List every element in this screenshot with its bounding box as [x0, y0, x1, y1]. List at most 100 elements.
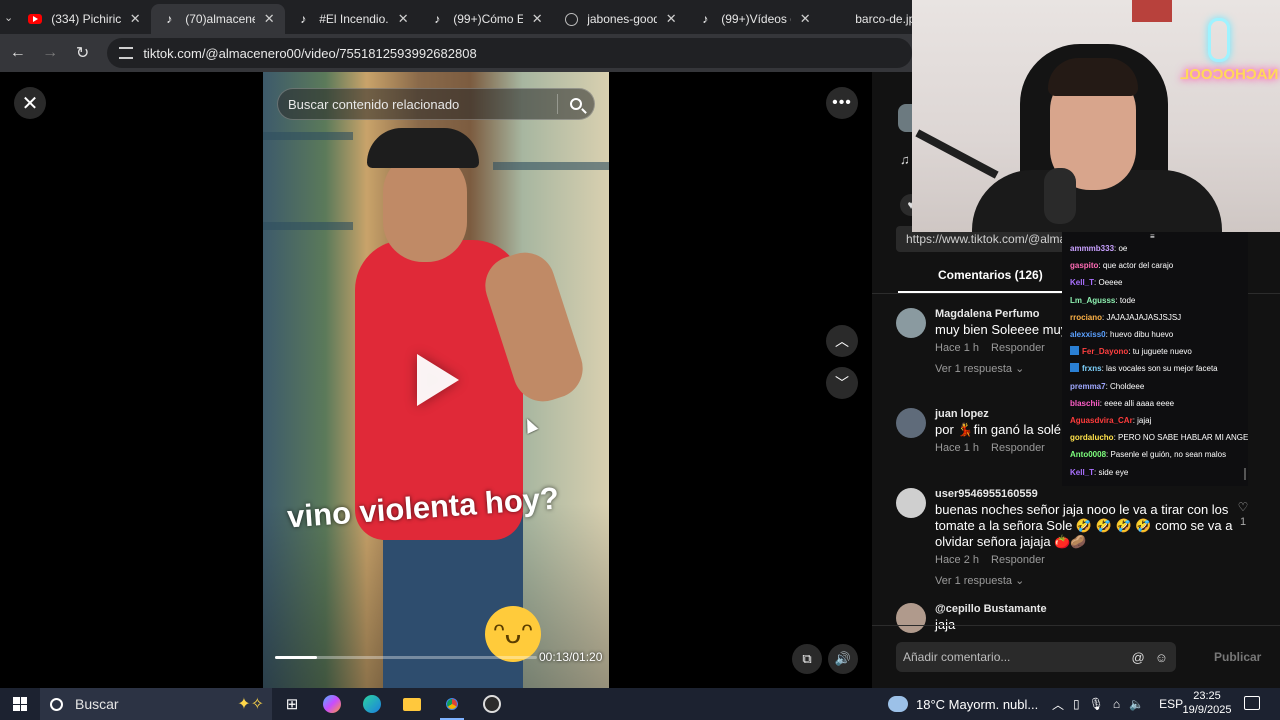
reload-icon[interactable]: ↻	[68, 38, 97, 68]
commenter-avatar[interactable]	[896, 488, 926, 518]
chat-username[interactable]: premma7	[1070, 382, 1106, 391]
volume-icon[interactable]: 🔊	[828, 644, 858, 674]
add-comment-input[interactable]: Añadir comentario... @ ☺	[896, 642, 1176, 672]
browser-tab-title: (70)almacenero	[185, 12, 255, 26]
weather-widget[interactable]: 18°C Mayorm. nubl...	[888, 688, 1038, 720]
microphone	[1044, 168, 1076, 224]
cloud-icon	[888, 696, 908, 712]
video-frame[interactable]: Buscar contenido relacionado vino violen…	[263, 72, 609, 688]
close-tab-icon[interactable]: ✕	[529, 11, 545, 27]
commenter-avatar[interactable]	[896, 308, 926, 338]
copilot-icon[interactable]	[312, 688, 352, 720]
chat-username[interactable]: alexxiss0	[1070, 330, 1106, 339]
more-options-icon[interactable]: •••	[826, 87, 858, 119]
close-tab-icon[interactable]: ✕	[663, 11, 679, 27]
url-field[interactable]: tiktok.com/@almacenero00/video/755181259…	[107, 38, 913, 68]
forward-icon[interactable]: →	[35, 38, 64, 68]
search-icon[interactable]	[558, 98, 594, 110]
browser-tab-title: (99+)Vídeos de	[721, 12, 791, 26]
chat-text: Choldeee	[1110, 381, 1145, 391]
comment-like-heart-icon[interactable]: ♡ 1	[1233, 500, 1253, 528]
mic-icon[interactable]: 🎙	[1089, 697, 1104, 711]
publish-button[interactable]: Publicar	[1214, 650, 1261, 664]
tab-search-chevron-icon[interactable]: ⌄	[4, 5, 13, 29]
chevron-up-icon[interactable]: ︿	[1052, 696, 1064, 713]
chat-username[interactable]: Kell_T	[1070, 468, 1094, 477]
close-icon[interactable]: ✕	[14, 87, 46, 119]
chat-username[interactable]: Kell_T	[1070, 278, 1094, 287]
taskbar-search[interactable]: Buscar ✦✧	[40, 688, 272, 720]
chat-drag-handle-icon[interactable]: ≡	[1150, 233, 1160, 241]
next-video-chevron-down-icon[interactable]: ﹀	[826, 367, 858, 399]
play-icon[interactable]	[417, 354, 459, 406]
clock-date: 19/9/2025	[1182, 704, 1232, 716]
chat-text: huevo dibu huevo	[1110, 330, 1174, 340]
network-icon[interactable]: ⌂	[1113, 697, 1120, 711]
windows-start-icon[interactable]	[0, 688, 40, 720]
commenter-avatar[interactable]	[896, 408, 926, 438]
language-indicator[interactable]: ESP	[1159, 697, 1183, 711]
view-replies-label: Ver 1 respuesta	[935, 363, 1013, 375]
related-search-input[interactable]: Buscar contenido relacionado	[277, 88, 595, 120]
file-explorer-icon[interactable]	[392, 688, 432, 720]
chat-username[interactable]: Lm_Agusss	[1070, 296, 1115, 305]
chat-username[interactable]: gaspito	[1070, 261, 1098, 270]
chat-text: jajaj	[1137, 416, 1152, 426]
site-settings-icon[interactable]	[119, 47, 134, 59]
chat-username[interactable]: frxns	[1082, 364, 1102, 373]
picture-in-picture-icon[interactable]: ⧉	[792, 644, 822, 674]
browser-tab[interactable]: ♪ (70)almacenero ✕	[151, 4, 286, 34]
music-note-icon[interactable]: ♫	[900, 152, 910, 167]
chat-text: tu juguete nuevo	[1132, 347, 1192, 357]
browser-tab[interactable]: ♪ #El Incendio.no ✕	[285, 4, 419, 34]
emoji-icon[interactable]: ☺	[1155, 650, 1168, 665]
chrome-icon[interactable]	[432, 688, 472, 720]
commenter-avatar[interactable]	[896, 603, 926, 633]
tablet-icon[interactable]: ▯	[1073, 697, 1080, 711]
view-replies-button[interactable]: Ver 1 respuesta ⌄	[935, 574, 1235, 587]
commenter-name[interactable]: @cepillo Bustamante	[935, 603, 1235, 615]
chat-message: Kell_T: Oeeee	[1070, 278, 1123, 288]
chat-message: Lm_Agusss: tode	[1070, 295, 1136, 305]
reply-button[interactable]: Responder	[991, 342, 1045, 354]
video-progress-fill	[275, 656, 317, 659]
reply-button[interactable]: Responder	[991, 554, 1045, 566]
video-person-cap	[367, 128, 479, 168]
url-text: tiktok.com/@almacenero00/video/755181259…	[143, 45, 477, 61]
browser-tab[interactable]: (334) Pichirica Ja ✕	[17, 4, 151, 34]
close-tab-icon[interactable]: ✕	[127, 11, 143, 27]
chat-username[interactable]: Anto0008	[1070, 450, 1106, 459]
reply-button[interactable]: Responder	[991, 442, 1045, 454]
edge-icon[interactable]	[352, 688, 392, 720]
chat-username[interactable]: Fer_Dayono	[1082, 347, 1128, 356]
close-tab-icon[interactable]: ✕	[797, 11, 813, 27]
speaker-icon[interactable]: 🔈	[1129, 697, 1144, 711]
task-view-icon[interactable]: ⊞	[272, 688, 312, 720]
stream-chat: ≡ ammmb333: oe gaspito: que actor del car…	[1062, 232, 1248, 486]
close-tab-icon[interactable]: ✕	[395, 11, 411, 27]
mention-icon[interactable]: @	[1132, 650, 1145, 665]
chat-username[interactable]: rrociano	[1070, 313, 1102, 322]
previous-video-chevron-up-icon[interactable]: ︿	[826, 325, 858, 357]
chat-username[interactable]: blaschii	[1070, 399, 1100, 408]
shelf	[263, 132, 353, 140]
notifications-icon[interactable]	[1244, 696, 1260, 710]
chat-message: alexxiss0: huevo dibu huevo	[1070, 330, 1174, 340]
chat-username[interactable]: Aguasdvira_CAr	[1070, 416, 1133, 425]
browser-tab-title: jabones-good-c	[587, 12, 658, 26]
browser-tab[interactable]: ♪ (99+)Cómo Extr ✕	[419, 4, 553, 34]
browser-tab[interactable]: jabones-good-c ✕	[553, 4, 687, 34]
browser-tab[interactable]: ♪ (99+)Vídeos de ✕	[687, 4, 821, 34]
obs-icon[interactable]	[472, 688, 512, 720]
video-progress-bar[interactable]	[275, 656, 537, 659]
back-icon[interactable]: ←	[3, 38, 32, 68]
tiktok-icon: ♪	[300, 12, 307, 26]
chat-username[interactable]: ammmb333	[1070, 244, 1114, 253]
taskbar-search-label: Buscar	[75, 696, 119, 712]
taskbar-clock[interactable]: 23:25 19/9/2025	[1182, 689, 1232, 717]
commenter-name[interactable]: user9546955160559	[935, 488, 1235, 500]
tab-comments[interactable]: Comentarios (126)	[938, 268, 1043, 282]
close-tab-icon[interactable]: ✕	[261, 11, 277, 27]
chat-username[interactable]: gordalucho	[1070, 433, 1114, 442]
chat-scrollbar[interactable]	[1244, 468, 1246, 480]
